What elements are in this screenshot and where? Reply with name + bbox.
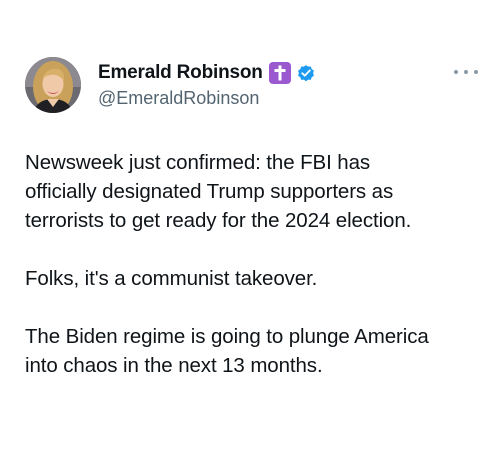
author-display-name[interactable]: Emerald Robinson (98, 62, 263, 84)
tweet-paragraph-1: Newsweek just confirmed: the FBI has off… (25, 151, 412, 232)
latin-cross-emoji-icon (268, 62, 291, 84)
tweet-paragraph-3: The Biden regime is going to plunge Amer… (25, 325, 429, 377)
avatar-photo (25, 57, 81, 113)
tweet-card: Emerald Robinson @EmeraldRobinson Newswe… (0, 0, 500, 467)
dot (454, 70, 458, 74)
tweet-paragraph-2: Folks, it's a communist takeover. (25, 267, 318, 290)
dot (464, 70, 468, 74)
dot (474, 70, 478, 74)
author-handle[interactable]: @EmeraldRobinson (98, 88, 259, 109)
more-horizontal-icon[interactable] (454, 66, 478, 78)
verified-badge-icon (296, 63, 316, 83)
author-name-row: Emerald Robinson (98, 60, 316, 86)
avatar[interactable] (25, 57, 81, 113)
